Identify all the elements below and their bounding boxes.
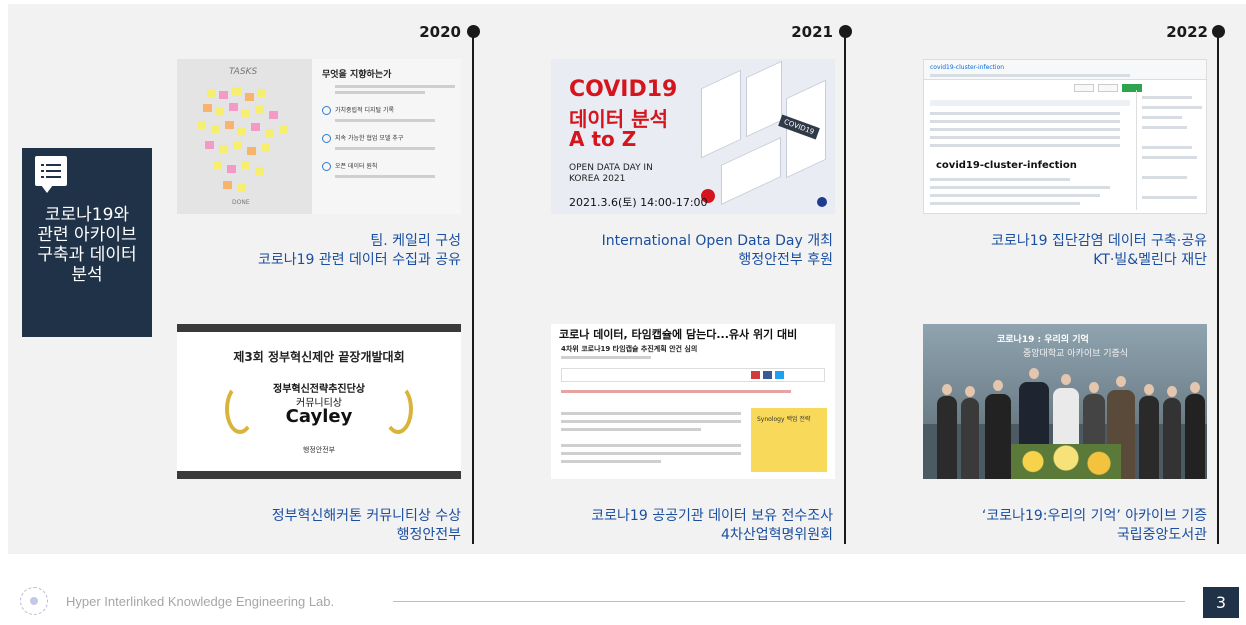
footer-divider [393,601,1185,602]
page-number: 3 [1203,587,1239,618]
timeline-caption: ‘코로나19:우리의 기억’ 아카이브 기증 국립중앙도서관 [981,508,1207,543]
document-list-icon [35,156,67,193]
section-title: 코로나19와 관련 아카이브 구축과 데이터 분석 [37,205,137,285]
hackathon-award-image: 제3회 정부혁신제안 끝장개발대회 정부혁신전략추진단상 커뮤니티상 Cayle… [177,324,461,479]
archive-donation-photo: 코로나19 : 우리의 기억 중앙대학교 아카이브 기증식 [923,324,1207,479]
team-sticky-notes-image: TASKS DONE 무엇을 지향하는가 가치중립적 디지털 기록 지속 가능한… [177,59,461,214]
timeline-line [1217,32,1219,544]
timeline-caption: 정부혁신해커톤 커뮤니티상 수상 행정안전부 [271,508,461,543]
timeline-line [472,32,474,544]
year-2020: 2020 [419,23,461,41]
timeline-caption: 코로나19 공공기관 데이터 보유 전수조사 4차산업혁명위원회 [591,508,833,543]
year-2021: 2021 [791,23,833,41]
year-2022: 2022 [1166,23,1208,41]
timeline-caption: International Open Data Day 개최 행정안전부 후원 [601,233,833,268]
github-repo-screenshot: covid19-cluster-infection covid19-cluste… [923,59,1207,214]
lab-name: Hyper Interlinked Knowledge Engineering … [66,594,335,609]
timeline-caption: 팀. 케일리 구성 코로나19 관련 데이터 수집과 공유 [257,233,461,268]
timeline-line [844,32,846,544]
open-data-day-poster-image: COVID19 COVID19 데이터 분석 A to Z OPEN DATA … [551,59,835,214]
timeline-caption: 코로나19 집단감염 데이터 구축·공유 KT·빌&멜린다 재단 [991,233,1207,268]
lab-logo-icon [20,587,48,615]
news-article-screenshot: 코로나 데이터, 타임캡슐에 담는다...유사 위기 대비 4차위 코로나19 … [551,324,835,479]
